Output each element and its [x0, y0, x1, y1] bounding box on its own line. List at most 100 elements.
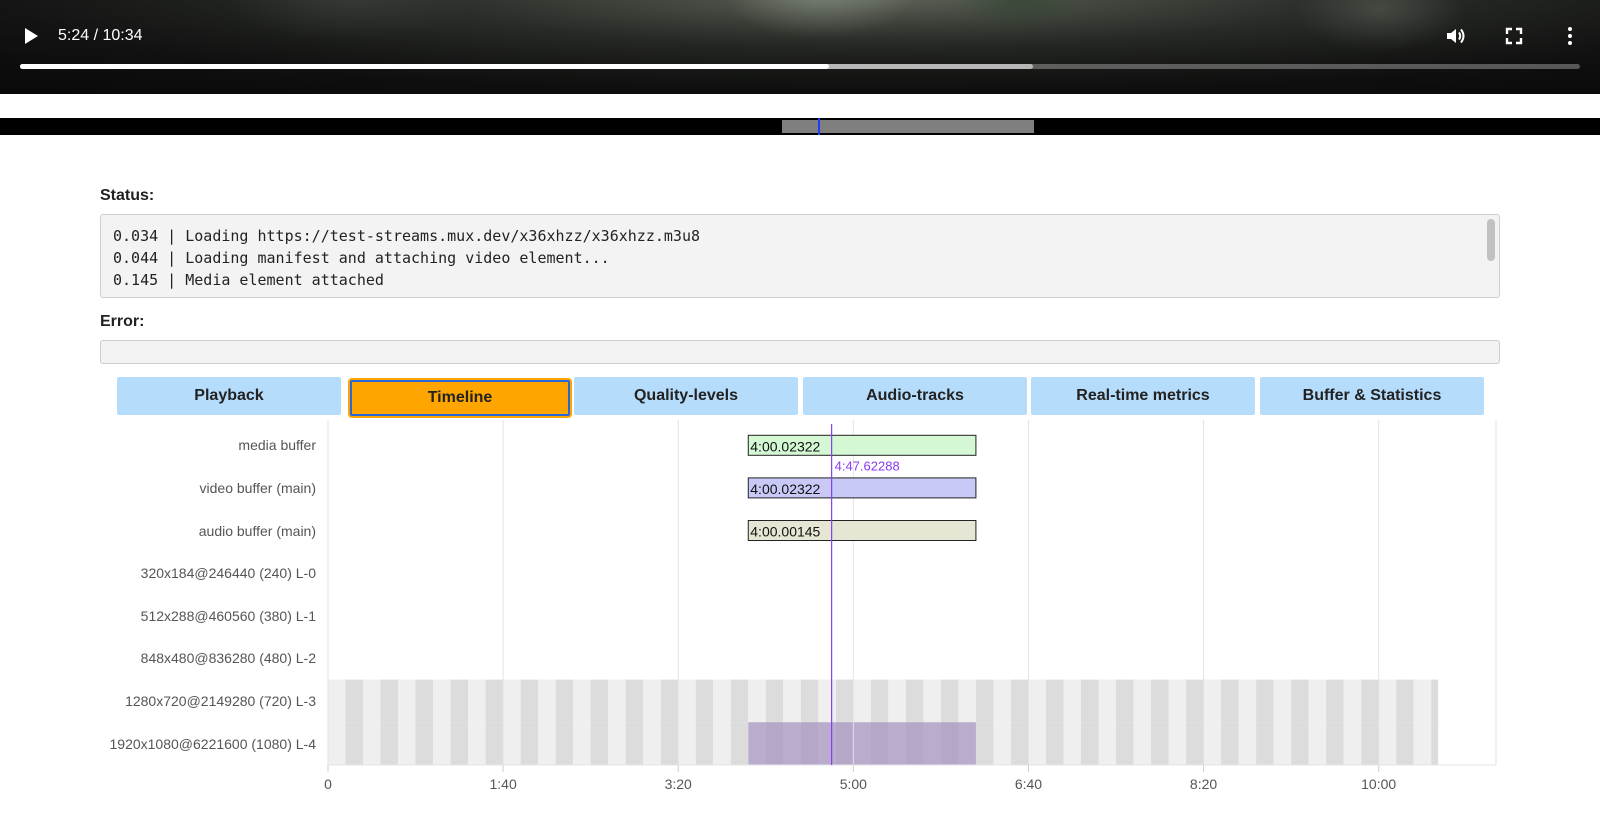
fragment-bar — [363, 679, 381, 723]
fragment-bar — [1186, 679, 1204, 723]
log-line: 0.044 | Loading manifest and attaching v… — [113, 249, 610, 267]
log-line: 0.034 | Loading https://test-streams.mux… — [113, 227, 700, 245]
scrollbar-thumb[interactable] — [1487, 219, 1495, 261]
time-display: 5:24 / 10:34 — [58, 27, 143, 44]
fragment-bar — [398, 679, 416, 723]
fragment-bar — [1151, 679, 1169, 723]
fragment-bar — [1133, 679, 1152, 723]
fragment-bar — [1063, 722, 1081, 765]
fragment-bar — [1378, 679, 1397, 723]
fragment-bar — [450, 679, 469, 723]
tab-buffer-statistics[interactable]: Buffer & Statistics — [1260, 377, 1484, 415]
error-label: Error: — [100, 313, 145, 330]
fragment-bar — [415, 679, 434, 723]
volume-icon — [1447, 28, 1465, 44]
fragment-bar — [1221, 679, 1239, 723]
fragment-bar — [1308, 722, 1327, 765]
fragment-bar — [450, 722, 469, 765]
fragment-bar — [1203, 679, 1222, 723]
fragment-bar — [1343, 722, 1362, 765]
buffer-start-label: 4:00.00145 — [750, 524, 820, 540]
fragment-bar — [345, 679, 364, 723]
fragment-bar — [958, 679, 976, 723]
x-tick-label: 5:00 — [839, 776, 867, 792]
fragment-bar — [1116, 679, 1134, 723]
tab-audio-tracks[interactable]: Audio-tracks — [803, 377, 1027, 415]
fragment-bar — [1203, 722, 1222, 765]
volume-button[interactable] — [1444, 24, 1468, 48]
fullscreen-button[interactable] — [1502, 24, 1526, 48]
buffer-start-label: 4:00.02322 — [750, 438, 820, 454]
fragment-bar — [1273, 679, 1292, 723]
x-tick-label: 0 — [324, 776, 332, 792]
fragment-bar — [1431, 722, 1439, 765]
minibar-buffered-range — [782, 120, 1034, 133]
fragment-bar — [643, 722, 661, 765]
fragment-bar — [660, 722, 679, 765]
fragment-bar — [520, 679, 539, 723]
timeline-chart: 4:00.02322 4:00.02322 4:00.00145 4:47.62288… — [0, 420, 1600, 819]
fragment-bar — [590, 679, 609, 723]
tab-playback[interactable]: Playback — [117, 377, 341, 415]
fragment-bar — [1256, 679, 1274, 723]
fragment-bar — [503, 679, 521, 723]
tab-quality-levels[interactable]: Quality-levels — [574, 377, 798, 415]
fragment-bar — [573, 679, 591, 723]
fragment-bar — [503, 722, 521, 765]
tab-real-time-metrics[interactable]: Real-time metrics — [1031, 377, 1255, 415]
buffer-minibar[interactable] — [0, 118, 1600, 135]
fragment-bar — [1361, 722, 1379, 765]
fragment-bar — [468, 679, 486, 723]
buffer-start-label: 4:00.02322 — [750, 481, 820, 497]
play-button[interactable] — [18, 24, 42, 48]
fragment-bar — [345, 722, 364, 765]
fragment-bar — [1028, 679, 1046, 723]
fragment-bar — [573, 722, 591, 765]
fragment-bar — [485, 722, 504, 765]
fragment-bar — [625, 679, 644, 723]
fragment-bar — [870, 679, 889, 723]
fragment-bar — [1098, 722, 1117, 765]
fragment-bar — [695, 679, 714, 723]
fragment-bar — [818, 679, 836, 723]
timeline-row-label: 848x480@836280 (480) L-2 — [140, 650, 316, 667]
video-player[interactable]: 5:24 / 10:34 — [0, 0, 1600, 94]
x-tick-label: 1:40 — [489, 776, 517, 792]
fragment-bar — [1238, 722, 1257, 765]
timeline-row-label: 320x184@246440 (240) L-0 — [140, 565, 316, 582]
error-field — [100, 340, 1500, 364]
status-log[interactable]: 0.034 | Loading https://test-streams.mux… — [100, 214, 1500, 298]
fragment-bar — [1010, 679, 1029, 723]
seek-bar[interactable] — [20, 64, 1580, 69]
fragment-bar — [1028, 722, 1046, 765]
fragment-bar — [1396, 679, 1414, 723]
fragment-bar — [853, 679, 871, 723]
fragment-bar — [468, 722, 486, 765]
fragment-bar — [380, 679, 399, 723]
fragment-bar — [625, 722, 644, 765]
fullscreen-icon — [1505, 27, 1523, 45]
fragment-bar — [800, 679, 819, 723]
status-log-scrollbar[interactable] — [1485, 217, 1497, 295]
fragment-bar — [1326, 679, 1344, 723]
fragment-bar — [975, 679, 994, 723]
fragment-bar — [1308, 679, 1327, 723]
more-options-button[interactable] — [1558, 24, 1582, 48]
fragment-bar — [783, 679, 801, 723]
fragment-bar — [1326, 722, 1344, 765]
fragment-bar — [765, 679, 784, 723]
fragment-bar — [730, 679, 749, 723]
fragment-bar — [713, 722, 731, 765]
timeline-row-label: 512x288@460560 (380) L-1 — [140, 607, 316, 624]
status-label: Status: — [100, 187, 155, 204]
fragment-bar — [905, 679, 924, 723]
timeline-row-label: media buffer — [238, 437, 316, 454]
x-tick-label: 6:40 — [1014, 776, 1043, 792]
tab-timeline[interactable]: Timeline — [350, 380, 570, 416]
fragment-bar — [380, 722, 399, 765]
fragment-bar — [1151, 722, 1169, 765]
fragment-bar — [1045, 722, 1064, 765]
fragment-bar — [538, 722, 556, 765]
fragment-bar — [608, 722, 626, 765]
fragment-bar — [1396, 722, 1414, 765]
